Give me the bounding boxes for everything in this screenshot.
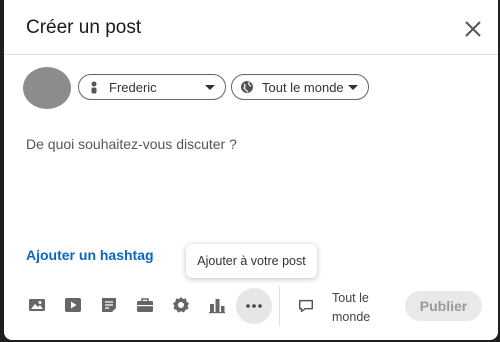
video-icon[interactable] — [58, 290, 88, 320]
publish-button[interactable]: Publier — [405, 291, 482, 321]
chevron-down-icon — [348, 84, 358, 90]
avatar — [23, 67, 71, 109]
person-icon — [87, 80, 101, 94]
author-selector[interactable]: Frederic — [78, 74, 226, 100]
dialog-title: Créer un post — [26, 17, 142, 38]
more-icon[interactable] — [236, 288, 272, 324]
document-icon[interactable] — [94, 290, 124, 320]
post-text-input[interactable]: De quoi souhaitez-vous discuter ? — [26, 136, 237, 152]
badge-icon[interactable] — [166, 290, 196, 320]
audience-label: Tout le monde — [262, 79, 344, 95]
bar-chart-icon[interactable] — [202, 290, 232, 320]
post-toolbar: Tout le monde Publier — [4, 286, 498, 326]
tooltip: Ajouter à votre post — [186, 244, 317, 278]
chevron-down-icon — [205, 84, 215, 90]
dialog-header: Créer un post — [4, 0, 498, 55]
briefcase-icon[interactable] — [130, 290, 160, 320]
globe-icon — [240, 80, 254, 94]
comment-setting-label[interactable]: Tout le monde — [332, 289, 380, 327]
comment-icon[interactable] — [294, 294, 318, 318]
author-name: Frederic — [109, 79, 157, 95]
add-hashtag-link[interactable]: Ajouter un hashtag — [26, 247, 154, 263]
close-icon[interactable] — [458, 14, 488, 44]
image-icon[interactable] — [22, 290, 52, 320]
toolbar-divider — [279, 286, 280, 326]
create-post-dialog: Créer un post Frederic Tout le monde De … — [4, 0, 498, 340]
audience-selector[interactable]: Tout le monde — [231, 74, 369, 100]
